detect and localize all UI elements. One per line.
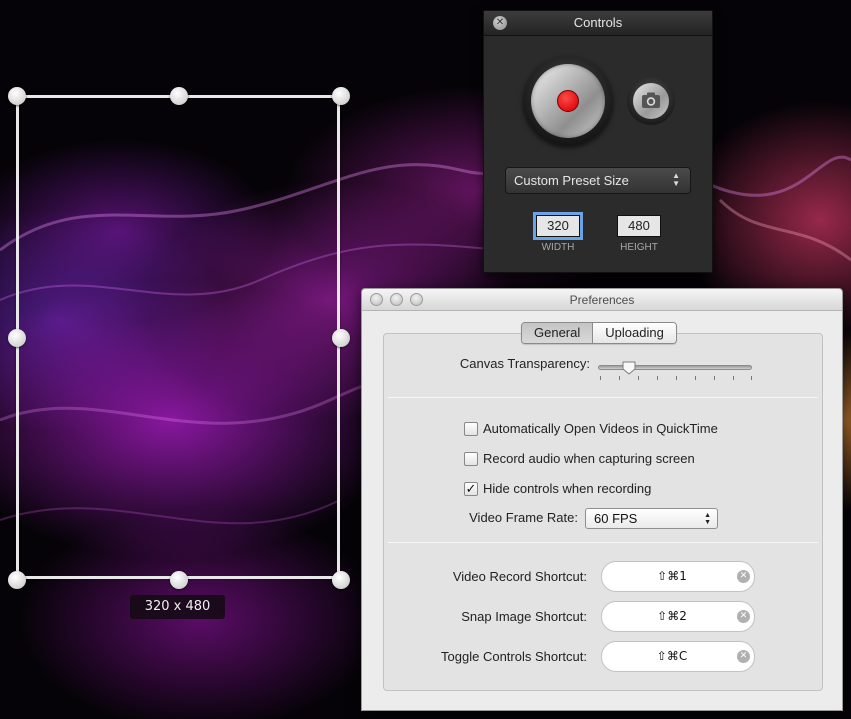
canvas-transparency-label: Canvas Transparency: bbox=[459, 356, 590, 371]
hide-controls-label: Hide controls when recording bbox=[483, 481, 652, 496]
height-label: HEIGHT bbox=[620, 242, 658, 253]
controls-panel: ✕ Controls Custom Preset Size ▲ ▼ 320 480… bbox=[483, 10, 713, 273]
toggle-controls-shortcut-label: Toggle Controls Shortcut: bbox=[441, 649, 587, 664]
section-divider bbox=[388, 397, 818, 398]
frame-rate-label: Video Frame Rate: bbox=[469, 510, 578, 525]
slider-tick bbox=[619, 376, 620, 380]
controls-titlebar[interactable]: ✕ Controls bbox=[484, 11, 712, 36]
slider-tick bbox=[733, 376, 734, 380]
slider-tick bbox=[657, 376, 658, 380]
resize-handle-right[interactable] bbox=[332, 329, 350, 347]
clear-icon[interactable]: ✕ bbox=[737, 610, 750, 623]
record-audio-checkbox[interactable] bbox=[464, 452, 478, 466]
toggle-controls-shortcut-field[interactable]: ⇧⌘C ✕ bbox=[601, 641, 755, 672]
preset-size-dropdown[interactable]: Custom Preset Size ▲ ▼ bbox=[505, 167, 691, 194]
tab-general[interactable]: General bbox=[522, 323, 594, 343]
slider-thumb[interactable] bbox=[622, 361, 636, 375]
resize-handle-top[interactable] bbox=[170, 87, 188, 105]
record-button-bezel bbox=[523, 56, 613, 146]
snapshot-button-face bbox=[633, 83, 669, 119]
snap-image-shortcut-label: Snap Image Shortcut: bbox=[461, 609, 587, 624]
resize-handle-bottom[interactable] bbox=[170, 571, 188, 589]
slider-tick bbox=[714, 376, 715, 380]
video-record-shortcut-field[interactable]: ⇧⌘1 ✕ bbox=[601, 561, 755, 592]
width-input[interactable]: 320 bbox=[536, 215, 580, 237]
record-icon bbox=[557, 90, 579, 112]
record-audio-label: Record audio when capturing screen bbox=[483, 451, 695, 466]
frame-rate-value: 60 FPS bbox=[594, 511, 638, 526]
snap-image-shortcut-keys: ⇧⌘2 bbox=[657, 609, 687, 623]
snapshot-button[interactable] bbox=[627, 77, 675, 125]
select-arrows-icon: ▲ ▼ bbox=[704, 512, 711, 526]
controls-title: Controls bbox=[573, 15, 623, 30]
width-label: WIDTH bbox=[541, 242, 575, 253]
toggle-controls-shortcut-keys: ⇧⌘C bbox=[656, 649, 688, 663]
tab-uploading[interactable]: Uploading bbox=[593, 323, 676, 343]
resize-handle-top-right[interactable] bbox=[332, 87, 350, 105]
clear-icon[interactable]: ✕ bbox=[737, 650, 750, 663]
checkmark-icon: ✓ bbox=[465, 481, 477, 496]
slider-tick bbox=[751, 376, 752, 380]
preferences-title: Preferences bbox=[569, 293, 635, 307]
preset-size-value: Custom Preset Size bbox=[514, 173, 629, 188]
frame-rate-select[interactable]: 60 FPS ▲ ▼ bbox=[585, 508, 718, 529]
capture-selection-frame[interactable] bbox=[8, 87, 350, 589]
clear-icon[interactable]: ✕ bbox=[737, 570, 750, 583]
height-input[interactable]: 480 bbox=[617, 215, 661, 237]
slider-tick bbox=[695, 376, 696, 380]
selection-size-label: 320 x 480 bbox=[130, 595, 225, 619]
resize-handle-left[interactable] bbox=[8, 329, 26, 347]
camera-icon bbox=[642, 92, 660, 108]
record-button[interactable] bbox=[531, 64, 605, 138]
section-divider bbox=[388, 542, 818, 543]
hide-controls-checkbox[interactable]: ✓ bbox=[464, 482, 478, 496]
resize-handle-bottom-left[interactable] bbox=[8, 571, 26, 589]
dropdown-arrows-icon: ▲ ▼ bbox=[672, 171, 680, 188]
snap-image-shortcut-field[interactable]: ⇧⌘2 ✕ bbox=[601, 601, 755, 632]
open-quicktime-checkbox[interactable] bbox=[464, 422, 478, 436]
resize-handle-bottom-right[interactable] bbox=[332, 571, 350, 589]
preferences-tab-bar: General Uploading bbox=[521, 322, 677, 344]
slider-tick bbox=[676, 376, 677, 380]
preferences-titlebar[interactable]: Preferences bbox=[362, 289, 842, 311]
resize-handle-top-left[interactable] bbox=[8, 87, 26, 105]
open-quicktime-label: Automatically Open Videos in QuickTime bbox=[483, 421, 718, 436]
slider-tick bbox=[600, 376, 601, 380]
video-record-shortcut-label: Video Record Shortcut: bbox=[452, 569, 587, 584]
video-record-shortcut-keys: ⇧⌘1 bbox=[657, 569, 687, 583]
slider-tick bbox=[638, 376, 639, 380]
preferences-window: Preferences General Uploading Canvas Tra… bbox=[361, 288, 843, 711]
